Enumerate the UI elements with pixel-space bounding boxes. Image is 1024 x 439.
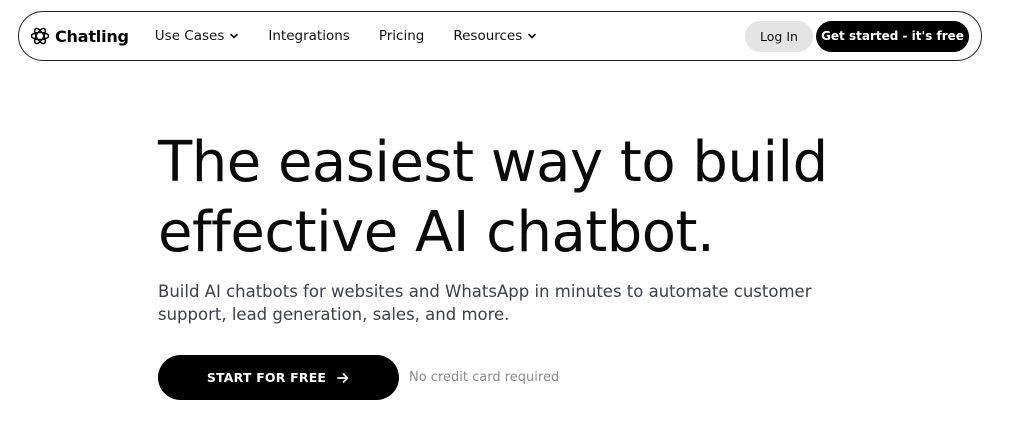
nav-item-label: Integrations: [268, 28, 350, 44]
get-started-button[interactable]: Get started - it's free: [816, 20, 969, 52]
nav-item-label: Resources: [453, 28, 523, 44]
no-credit-card-note: No credit card required: [409, 370, 560, 385]
cta-row: START FOR FREE No credit card required: [158, 355, 918, 400]
top-navbar: Chatling Use Cases Integrations Pricing …: [18, 11, 982, 61]
brand-logo[interactable]: Chatling: [30, 26, 129, 46]
nav-item-label: Use Cases: [154, 28, 225, 44]
nav-item-integrations[interactable]: Integrations: [268, 28, 349, 44]
hero-subtitle: Build AI chatbots for websites and Whats…: [158, 282, 812, 324]
start-for-free-label: START FOR FREE: [206, 370, 327, 385]
start-for-free-button[interactable]: START FOR FREE: [158, 355, 399, 400]
nav-item-pricing[interactable]: Pricing: [379, 28, 425, 44]
hero-title-line-1: The easiest way to build: [158, 130, 828, 195]
chevron-down-icon: [528, 33, 537, 39]
brand-name: Chatling: [55, 26, 129, 46]
hero-title-line-2: effective AI chatbot.: [158, 200, 715, 265]
nav-links: Use Cases Integrations Pricing Resources: [155, 28, 566, 44]
hero-section: The easiest way to build effective AI ch…: [158, 128, 918, 400]
nav-item-label: Pricing: [378, 28, 425, 44]
nav-item-resources[interactable]: Resources: [453, 28, 537, 44]
nav-actions: Log In Get started - it's free: [745, 20, 969, 52]
arrow-right-icon: [337, 372, 349, 383]
chevron-down-icon: [230, 33, 239, 39]
login-button[interactable]: Log In: [745, 20, 813, 52]
nav-item-use-cases[interactable]: Use Cases: [155, 28, 240, 44]
atom-logo-icon: [30, 27, 50, 45]
hero-title: The easiest way to build effective AI ch…: [158, 128, 918, 268]
